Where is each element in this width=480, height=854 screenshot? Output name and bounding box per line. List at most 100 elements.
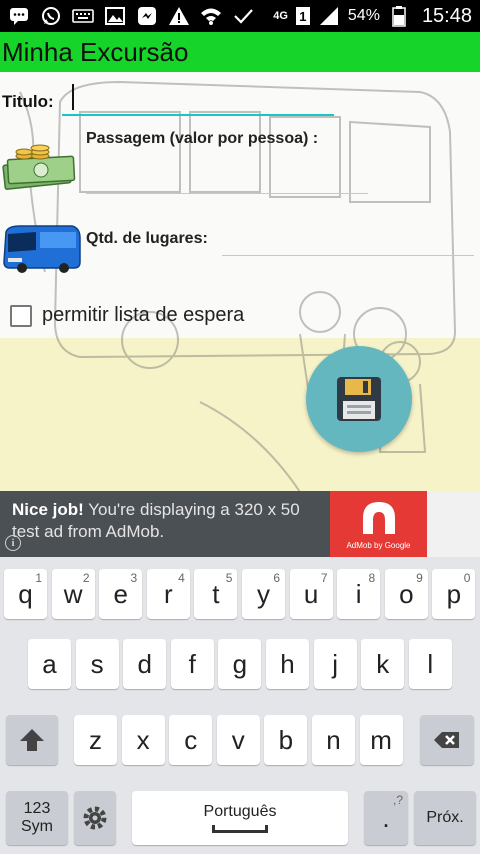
key-q-hint: 1 [35, 571, 42, 585]
key-m[interactable]: m [359, 715, 403, 765]
backspace-icon [434, 732, 459, 748]
waitlist-label[interactable]: permitir lista de espera [42, 304, 244, 327]
backspace-key[interactable] [420, 715, 474, 765]
form-area: Titulo: Passagem (valor por pessoa) : Qt… [0, 72, 480, 491]
key-i-hint: 8 [368, 571, 376, 585]
title-input[interactable] [62, 80, 334, 116]
key-x-label: x [136, 724, 150, 755]
period-key-label: . [382, 802, 390, 833]
key-l-label: l [427, 648, 434, 679]
space-key-label: Português [203, 803, 277, 820]
key-h[interactable]: h [266, 639, 309, 689]
key-p-hint: 0 [463, 571, 471, 585]
signal-icon [318, 5, 340, 27]
key-s[interactable]: s [75, 639, 119, 689]
key-w[interactable]: w2 [51, 569, 95, 619]
key-f-label: f [188, 648, 196, 679]
clock: 15:48 [421, 4, 472, 27]
passagem-label: Passagem (valor por pessoa) : [86, 130, 319, 147]
key-s-label: s [90, 648, 104, 679]
ad-banner[interactable]: Nice job! You're displaying a 320 x 50 t… [0, 491, 480, 557]
ad-bold-text: Nice job! [12, 500, 84, 519]
money-icon [2, 144, 76, 190]
key-d-label: d [137, 648, 152, 679]
key-g[interactable]: g [218, 639, 262, 689]
symbols-key-sym_label_2: Sym [21, 818, 53, 835]
ad-info-icon[interactable]: i [5, 535, 21, 551]
admob-icon [362, 502, 395, 534]
key-z[interactable]: z [74, 715, 117, 765]
key-i[interactable]: i8 [337, 569, 381, 619]
qtd-input[interactable] [222, 218, 474, 256]
waitlist-checkbox-row[interactable]: permitir lista de espera [10, 304, 244, 327]
key-m-label: m [370, 724, 392, 755]
gear-icon [83, 806, 107, 830]
key-y[interactable]: y6 [242, 569, 285, 619]
period-key[interactable]: .,? [364, 791, 408, 845]
key-j[interactable]: j [313, 639, 357, 689]
key-c-label: c [184, 724, 198, 755]
key-c[interactable]: c [169, 715, 213, 765]
whatsapp-icon [40, 5, 62, 27]
ad-content[interactable]: Nice job! You're displaying a 320 x 50 t… [0, 491, 427, 557]
key-t[interactable]: t5 [194, 569, 238, 619]
title-label: Titulo: [2, 92, 54, 111]
key-u-label: u [303, 578, 319, 609]
key-x[interactable]: x [121, 715, 165, 765]
key-v[interactable]: v [216, 715, 260, 765]
period-key-hint: ,? [392, 793, 403, 807]
key-r-label: r [163, 578, 173, 609]
key-k-label: k [376, 648, 390, 679]
ad-text[interactable]: Nice job! You're displaying a 320 x 50 t… [12, 499, 322, 543]
waitlist-checkbox[interactable] [10, 304, 32, 327]
battery-icon [388, 5, 410, 27]
symbols-key[interactable]: 123 Sym [6, 791, 68, 845]
admob-logo[interactable]: AdMob by Google [330, 491, 427, 557]
key-q[interactable]: q1 [4, 569, 47, 619]
key-l[interactable]: l [408, 639, 452, 689]
settings-key[interactable] [74, 791, 116, 845]
shift-key[interactable] [6, 715, 58, 765]
key-v-label: v [231, 724, 245, 755]
key-k[interactable]: k [361, 639, 405, 689]
admob-logo-text: AdMob by Google [346, 541, 411, 550]
bus-icon [3, 225, 81, 273]
key-o[interactable]: o9 [384, 569, 428, 619]
symbols-key-sym_label_1: 123 [23, 800, 51, 817]
key-o-hint: 9 [416, 571, 423, 585]
key-y-hint: 6 [273, 571, 280, 585]
key-u[interactable]: u7 [289, 569, 333, 619]
warning-icon [168, 5, 190, 27]
app-title: Minha Excursão [2, 36, 189, 67]
key-f[interactable]: f [170, 639, 214, 689]
key-y-label: y [257, 578, 270, 609]
key-b-label: b [278, 724, 294, 755]
key-n-label: n [326, 724, 341, 755]
key-p-label: p [446, 578, 462, 609]
key-i-label: i [355, 578, 362, 609]
check-icon [232, 5, 254, 27]
key-a[interactable]: a [28, 639, 71, 689]
save-button[interactable] [306, 346, 412, 452]
next-key[interactable]: Próx. [414, 791, 476, 845]
space-key[interactable]: Português [132, 791, 348, 845]
app-bar: Minha Excursão [0, 32, 480, 72]
key-h-label: h [280, 648, 295, 679]
passagem-input[interactable] [86, 156, 368, 194]
key-e-hint: 3 [130, 571, 138, 585]
key-j-label: j [332, 648, 338, 679]
keyboard-icon [72, 5, 94, 27]
key-w-hint: 2 [82, 571, 90, 585]
key-n[interactable]: n [312, 715, 355, 765]
key-d[interactable]: d [123, 639, 167, 689]
battery-percent: 54% [347, 7, 380, 24]
key-e[interactable]: e3 [99, 569, 143, 619]
key-r[interactable]: r4 [146, 569, 190, 619]
key-t-label: t [212, 578, 220, 609]
key-q-label: q [18, 578, 33, 609]
text-cursor [72, 84, 74, 110]
status-bar: 4G 1 54% 15:48 [0, 0, 480, 32]
sim-indicator: 1 [295, 7, 310, 25]
key-p[interactable]: p0 [432, 569, 476, 619]
key-b[interactable]: b [264, 715, 308, 765]
